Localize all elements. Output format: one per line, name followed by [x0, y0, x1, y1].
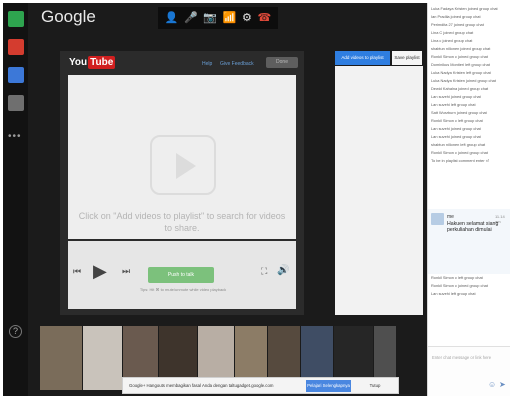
chat-log-line: shabtun nillonen left group chat	[431, 142, 486, 147]
help-icon[interactable]: ?	[9, 325, 22, 338]
chat-log-line: Ronkil Simon c joined group chat	[431, 283, 488, 288]
chat-log-line: Dominikus Montieri left group chat	[431, 62, 490, 67]
add-videos-to-playlist-button[interactable]: Add videos to playlist	[335, 51, 390, 65]
add-videos-hint: Click on "Add videos to playlist" to sea…	[78, 211, 286, 233]
chat-log-line: Luka Nadya Kristen joined group chat	[431, 78, 496, 83]
video-stage: Click on "Add videos to playlist" to sea…	[68, 75, 296, 239]
chat-log-line: Dewid Kahalna joined group chat	[431, 86, 489, 91]
chat-log-line: Ronkil Simon c joined group chat	[431, 150, 488, 155]
chat-log: Luka Fadaya Kristen joined group chat Ian…	[431, 5, 509, 165]
chat-input-placeholder: Enter chat message or link here	[432, 355, 492, 360]
help-link[interactable]: Help	[202, 61, 212, 67]
save-playlist-button[interactable]: Save playlist	[392, 51, 422, 65]
chat-log-line: Lan suvehi joined group chat	[431, 126, 481, 131]
chat-log-line: Lina C joined group chat	[431, 30, 474, 35]
settings-gear-icon[interactable]: ⚙	[242, 11, 252, 25]
chat-log-line: Lina c joined group chat	[431, 38, 473, 43]
chat-log-after: Ronkil Simon c left group chat Ronkil Sim…	[431, 274, 509, 298]
chat-log-line: shabtun nillonen joined group chat	[431, 46, 491, 51]
permission-notification: Google+ Hangouts membagikan fasal Anda d…	[122, 377, 399, 394]
push-to-talk-button[interactable]: Push to talk	[148, 267, 214, 283]
notification-text: Google+ Hangouts membagikan fasal Anda d…	[129, 383, 274, 388]
chat-icon[interactable]	[8, 67, 24, 83]
volume-icon[interactable]: 🔊	[277, 265, 289, 276]
next-icon[interactable]: ⏭	[122, 266, 130, 277]
camera-icon[interactable]: 📷	[203, 11, 217, 25]
youtube-panel: You Tube Help Give Feedback Done Click on…	[60, 51, 304, 315]
app-rail: ••• ?	[3, 3, 28, 396]
microphone-icon[interactable]: 🎤	[184, 11, 198, 25]
chat-message: me 11.14 am Hakuen selamat siang perkuli…	[428, 209, 510, 274]
chat-log-line: Ronkil Simon c left group chat	[431, 275, 483, 280]
playlist-panel	[335, 66, 423, 315]
chat-log-line: Luka Nadya Kristen left group chat	[431, 70, 491, 75]
youtube-logo: You Tube	[69, 56, 116, 69]
hang-up-icon[interactable]: ☎	[257, 11, 271, 25]
chat-log-line: Lan suvehi joined group chat	[431, 134, 481, 139]
participant-thumbnail[interactable]	[40, 326, 82, 390]
call-controls: 👤 🎤 📷 📶 ⚙ ☎	[158, 7, 278, 29]
chat-log-line: To be in playlist comment enter ⏎	[431, 158, 489, 163]
more-apps-icon[interactable]: •••	[8, 131, 22, 142]
record-icon[interactable]	[8, 39, 24, 55]
invite-person-icon[interactable]: 👤	[165, 11, 179, 25]
hangout-icon[interactable]	[8, 11, 24, 27]
hangout-window: ••• ? Google 👤 🎤 📷 📶 ⚙ ☎ You Tube Help Gi…	[3, 3, 510, 396]
chat-log-line: Ronkil Simon c left group chat	[431, 118, 483, 123]
give-feedback-link[interactable]: Give Feedback	[220, 61, 254, 67]
chat-log-line: Ronkil Simon c joined group chat	[431, 54, 488, 59]
fullscreen-icon[interactable]: ⛶	[261, 266, 267, 277]
emoji-icon[interactable]: ☺	[488, 380, 496, 389]
player-toolbar: ⏮ ▶ ⏭ Push to talk Tips: Hit ⌘ to mute/u…	[68, 241, 296, 309]
chat-log-line: Lan suvehi left group chat	[431, 291, 476, 296]
send-icon[interactable]: ➤	[499, 380, 506, 389]
close-notification-button[interactable]: Tutup	[355, 380, 395, 392]
chat-panel: Luka Fadaya Kristen joined group chat Ian…	[427, 3, 510, 396]
previous-icon[interactable]: ⏮	[73, 266, 81, 277]
app-icon[interactable]	[8, 95, 24, 111]
youtube-done-button[interactable]: Done	[266, 57, 298, 68]
chat-log-line: Perimdita 27 joined group chat	[431, 22, 484, 27]
chat-log-line: Ian Pradila joined group chat	[431, 14, 481, 19]
google-logo: Google	[41, 7, 96, 26]
chat-input[interactable]: Enter chat message or link here ☺ ➤	[428, 346, 510, 396]
avatar	[431, 213, 444, 225]
chat-log-line: Satt Wurzburn joined group chat	[431, 110, 487, 115]
chat-log-line: Luka Fadaya Kristen joined group chat	[431, 6, 498, 11]
message-text: Hakuen selamat siang perkuliahan dimulai	[447, 221, 499, 233]
chat-log-line: Lan suvehi joined group chat	[431, 94, 481, 99]
participant-thumbnail[interactable]	[83, 326, 122, 390]
play-icon[interactable]: ▶	[93, 261, 107, 282]
message-sender: me	[447, 214, 454, 220]
video-placeholder-play-icon	[150, 135, 216, 195]
bandwidth-icon[interactable]: 📶	[223, 11, 237, 25]
player-tip: Tips: Hit ⌘ to mute/unmute while video p…	[139, 287, 227, 292]
learn-more-button[interactable]: Pelajari Selengkapnya	[306, 380, 351, 392]
chat-log-line: Lan suvehi left group chat	[431, 102, 476, 107]
